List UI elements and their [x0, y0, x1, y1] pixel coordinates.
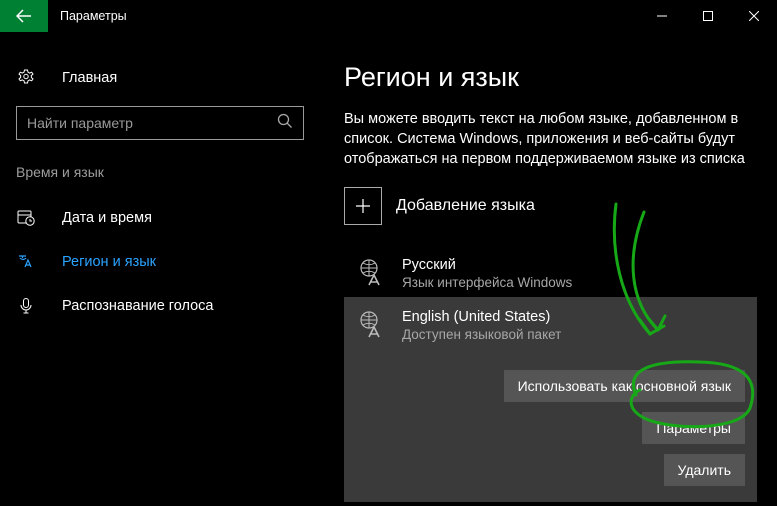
- language-name: Русский: [402, 257, 572, 273]
- options-button[interactable]: Параметры: [642, 412, 745, 444]
- set-default-button[interactable]: Использовать как основной язык: [504, 370, 745, 402]
- close-button[interactable]: [731, 0, 777, 32]
- back-arrow-icon: [16, 8, 32, 24]
- page-description: Вы можете вводить текст на любом языке, …: [344, 109, 757, 169]
- remove-button[interactable]: Удалить: [664, 454, 745, 486]
- minimize-button[interactable]: [639, 0, 685, 32]
- category-heading: Время и язык: [0, 164, 320, 180]
- search-field[interactable]: [16, 106, 304, 140]
- search-input[interactable]: [27, 115, 277, 131]
- back-button[interactable]: [0, 0, 48, 32]
- sidebar-item-region-language[interactable]: Регион и язык: [0, 240, 320, 284]
- language-name: English (United States): [402, 309, 745, 325]
- sidebar-item-label: Регион и язык: [62, 254, 156, 270]
- plus-icon: [344, 187, 382, 225]
- page-title: Регион и язык: [344, 62, 757, 93]
- window-title: Параметры: [48, 9, 639, 23]
- window-controls: [639, 0, 777, 32]
- sidebar-item-label: Дата и время: [62, 210, 152, 226]
- add-language-button[interactable]: Добавление языка: [344, 187, 757, 225]
- language-icon: [16, 253, 36, 271]
- microphone-icon: [16, 297, 36, 315]
- language-globe-icon: [356, 309, 390, 343]
- maximize-button[interactable]: [685, 0, 731, 32]
- home-label: Главная: [62, 70, 117, 86]
- gear-icon: [16, 69, 36, 87]
- sidebar-item-label: Распознавание голоса: [62, 298, 214, 314]
- language-item-english[interactable]: English (United States) Доступен языково…: [344, 297, 757, 502]
- language-item-russian[interactable]: Русский Язык интерфейса Windows: [344, 251, 757, 297]
- add-language-label: Добавление языка: [396, 197, 535, 215]
- maximize-icon: [703, 11, 713, 21]
- sidebar-item-date-time[interactable]: Дата и время: [0, 196, 320, 240]
- close-icon: [749, 11, 759, 21]
- sidebar: Главная Время и язык Дата и время Регион…: [0, 32, 320, 506]
- sidebar-item-speech[interactable]: Распознавание голоса: [0, 284, 320, 328]
- language-status: Язык интерфейса Windows: [402, 275, 572, 290]
- search-icon: [277, 113, 293, 134]
- language-status: Доступен языковой пакет: [402, 327, 745, 342]
- language-globe-icon: [356, 257, 390, 291]
- minimize-icon: [657, 11, 667, 21]
- calendar-clock-icon: [16, 209, 36, 227]
- titlebar: Параметры: [0, 0, 777, 32]
- home-nav[interactable]: Главная: [0, 56, 320, 100]
- main-content: Регион и язык Вы можете вводить текст на…: [320, 32, 777, 506]
